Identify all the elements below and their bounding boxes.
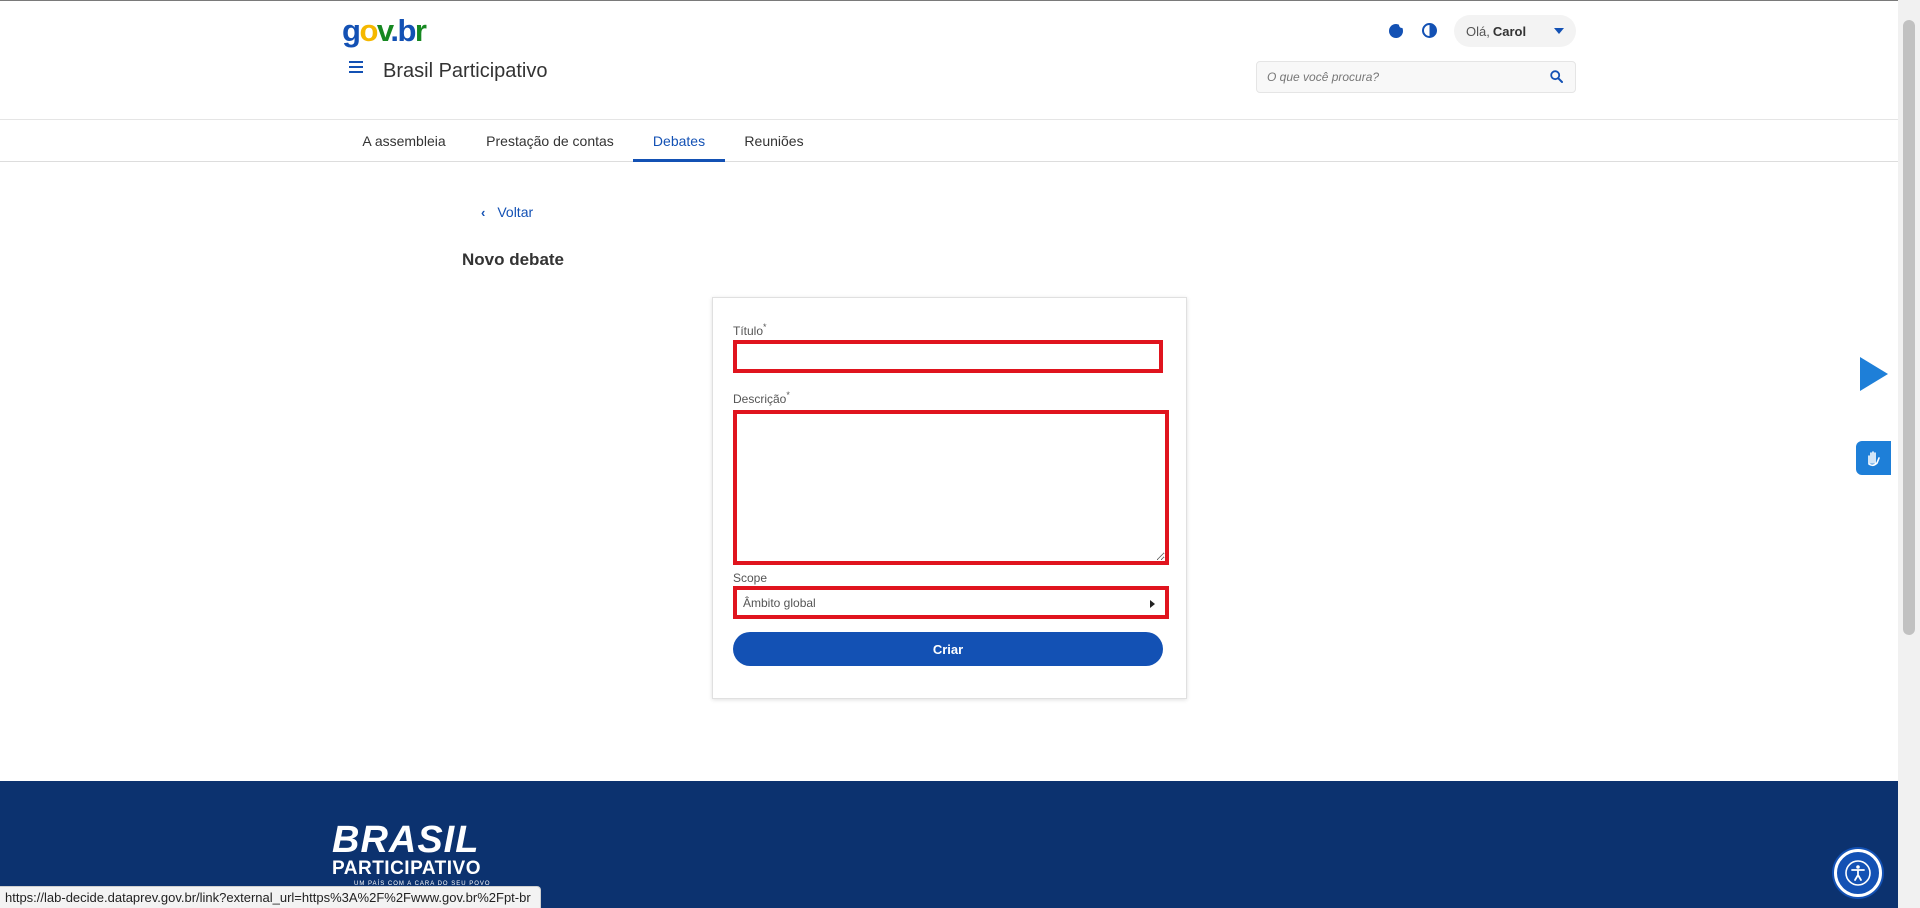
tab-debates[interactable]: Debates xyxy=(633,120,725,162)
back-label: Voltar xyxy=(497,204,534,220)
contrast-icon[interactable] xyxy=(1422,23,1437,38)
page-title: Novo debate xyxy=(462,250,565,269)
search-box xyxy=(1256,61,1576,93)
description-label: Descrição* xyxy=(733,390,790,406)
chevron-left-icon: ‹ xyxy=(481,204,486,220)
play-icon[interactable] xyxy=(1860,357,1888,391)
cookie-icon[interactable] xyxy=(1389,22,1405,38)
create-button[interactable]: Criar xyxy=(733,632,1163,666)
site-header: gov.br Brasil Participativo Olá, Carol xyxy=(0,0,1898,120)
section-nav: A assembleia Prestação de contas Debates… xyxy=(0,120,1898,162)
search-icon[interactable] xyxy=(1550,70,1563,83)
govbr-logo[interactable]: gov.br xyxy=(342,13,427,49)
back-link[interactable]: ‹ Voltar xyxy=(481,204,533,220)
hamburger-icon[interactable] xyxy=(349,61,363,73)
sign-language-widget[interactable] xyxy=(1856,441,1891,475)
user-name: Carol xyxy=(1492,23,1527,39)
page-scrollbar[interactable] xyxy=(1898,0,1920,908)
site-title[interactable]: Brasil Participativo xyxy=(383,60,548,83)
chevron-down-icon xyxy=(1554,28,1564,34)
status-bar-url: https://lab-decide.dataprev.gov.br/link?… xyxy=(0,886,541,908)
tab-prestacao-de-contas[interactable]: Prestação de contas xyxy=(472,120,628,162)
scrollbar-thumb[interactable] xyxy=(1903,20,1915,635)
description-field[interactable] xyxy=(733,410,1169,565)
title-label: Título* xyxy=(733,322,767,338)
scope-select[interactable]: Âmbito global xyxy=(733,586,1169,619)
tab-reunioes[interactable]: Reuniões xyxy=(735,120,813,162)
accessibility-button[interactable] xyxy=(1834,849,1882,897)
tab-a-assembleia[interactable]: A assembleia xyxy=(352,120,456,162)
new-debate-form: Título* Descrição* Scope Âmbito global C… xyxy=(712,297,1187,699)
brasil-participativo-logo[interactable]: BRASIL PARTICIPATIVO UM PAÍS COM A CARA … xyxy=(332,821,491,889)
title-field[interactable] xyxy=(733,340,1163,373)
scope-value: Âmbito global xyxy=(743,595,816,610)
search-input[interactable] xyxy=(1257,62,1537,92)
user-menu-button[interactable]: Olá, Carol xyxy=(1454,15,1576,47)
scope-label: Scope xyxy=(733,571,768,585)
accessibility-icon xyxy=(1845,860,1871,886)
hand-icon xyxy=(1867,451,1880,467)
user-greeting: Olá, xyxy=(1466,23,1490,39)
caret-right-icon xyxy=(1150,600,1155,608)
